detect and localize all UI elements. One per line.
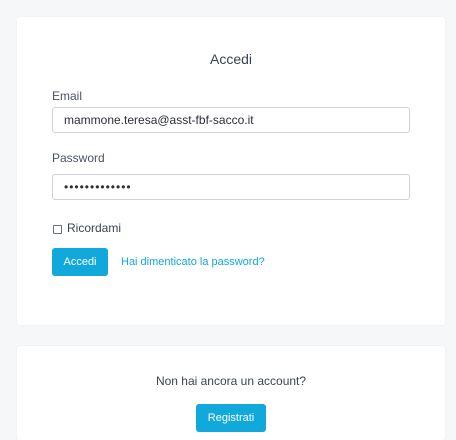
register-button[interactable]: Registrati [196,404,266,432]
forgot-password-link[interactable]: Hai dimenticato la password? [121,256,265,268]
password-label: Password [52,151,105,165]
login-button[interactable]: Accedi [52,248,108,276]
email-label: Email [52,89,83,103]
register-card: Non hai ancora un account? Registrati [17,346,445,440]
password-field[interactable]: ••••••••••••• [52,174,410,200]
register-prompt: Non hai ancora un account? [155,374,307,388]
login-title: Accedi [209,51,253,67]
login-card: Accedi Email mammone.teresa@asst-fbf-sac… [17,17,445,325]
remember-checkbox[interactable] [53,225,62,234]
email-field[interactable]: mammone.teresa@asst-fbf-sacco.it [52,107,410,133]
remember-label[interactable]: Ricordami [67,221,121,235]
